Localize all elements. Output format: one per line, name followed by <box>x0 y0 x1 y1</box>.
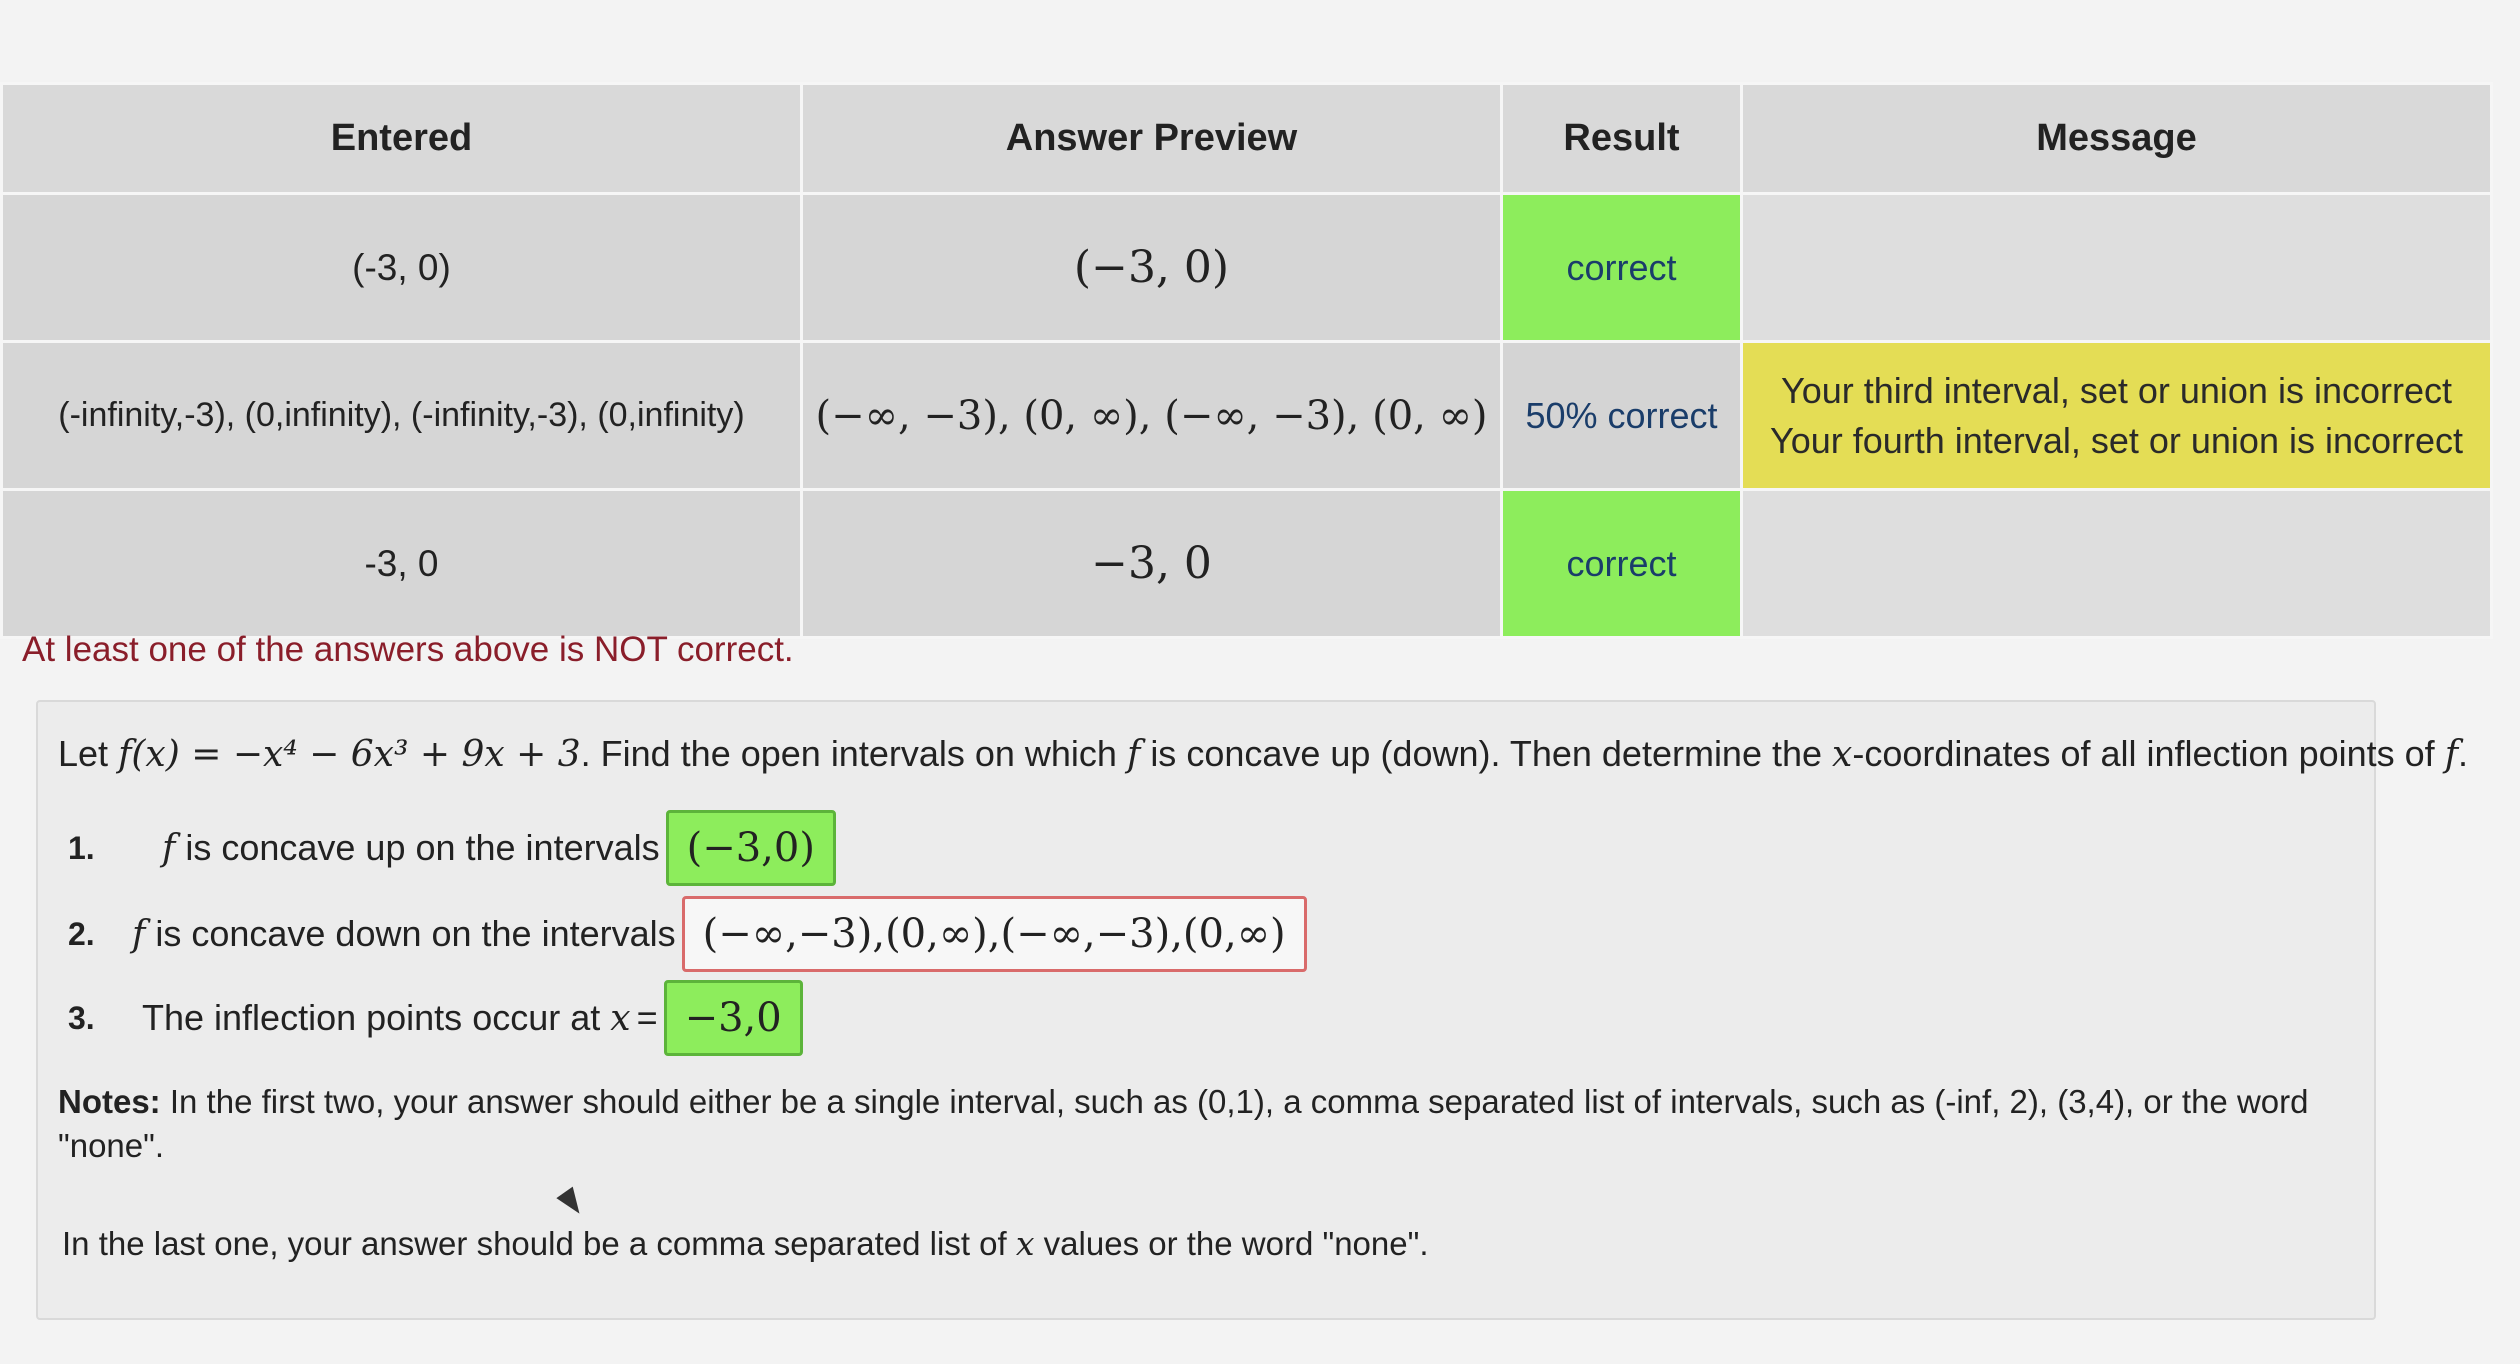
result-cell: 50% correct <box>1500 340 1743 491</box>
entered-cell: (-infinity,-3), (0,infinity), (-infinity… <box>0 340 803 491</box>
preview-cell: −3, 0 <box>800 488 1503 639</box>
result-cell: correct <box>1500 192 1743 343</box>
math-f: f <box>162 827 176 869</box>
question-1: 1. f is concave up on the intervals (−3,… <box>68 810 836 886</box>
answer-field-concave-down[interactable]: (−∞,−3),(0,∞),(−∞,−3),(0,∞) <box>681 896 1307 972</box>
notes-text: In the last one, your answer should be a… <box>62 1225 1007 1262</box>
problem-statement: Let f(x) = −x⁴ − 6x³ + 9x + 3. Find the … <box>58 730 2468 779</box>
answer-field-inflection-points[interactable]: −3,0 <box>663 980 803 1056</box>
question-number: 2. <box>68 915 95 952</box>
header-answer-preview: Answer Preview <box>800 82 1503 195</box>
statement-text: is concave up (down). Then determine the <box>1150 733 1823 774</box>
preview-cell: (−3, 0) <box>800 192 1503 343</box>
question-2: 2. f is concave down on the intervals (−… <box>68 896 1307 972</box>
table-row: (-infinity,-3), (0,infinity), (-infinity… <box>0 340 2493 491</box>
statement-text: -coordinates of all inflection points of <box>1852 733 2435 774</box>
question-label: is concave down on the intervals <box>155 913 676 954</box>
equals-sign: = <box>636 997 658 1038</box>
math-f: f <box>2444 734 2459 775</box>
math-x: x <box>610 997 631 1039</box>
message-cell <box>1740 488 2493 639</box>
table-row: -3, 0 −3, 0 correct <box>0 488 2493 639</box>
question-label: is concave up on the intervals <box>185 827 660 868</box>
math-f: f <box>132 913 146 955</box>
preview-cell: (−∞, −3), (0, ∞), (−∞, −3), (0, ∞) <box>800 340 1503 491</box>
notes-paragraph: Notes: In the first two, your answer sho… <box>58 1080 2348 1168</box>
header-message: Message <box>1740 82 2493 195</box>
answer-feedback-page: Entered Answer Preview Result Message (-… <box>0 0 2520 1364</box>
notes-text: In the first two, your answer should eit… <box>58 1083 2309 1164</box>
notes-label: Notes: <box>58 1083 161 1120</box>
question-label: The inflection points occur at <box>142 997 601 1038</box>
header-entered: Entered <box>0 82 803 195</box>
question-number: 1. <box>68 829 95 866</box>
function-definition: f(x) = −x⁴ − 6x³ + 9x + 3 <box>118 734 581 775</box>
math-x: x <box>1015 1224 1035 1263</box>
table-row: (-3, 0) (−3, 0) correct <box>0 192 2493 343</box>
message-cell: Your third interval, set or union is inc… <box>1740 340 2493 491</box>
entered-cell: (-3, 0) <box>0 192 803 343</box>
message-cell <box>1740 192 2493 343</box>
entered-cell: -3, 0 <box>0 488 803 639</box>
math-x: x <box>1832 734 1853 775</box>
status-message: At least one of the answers above is NOT… <box>22 630 794 669</box>
notes-paragraph-2: In the last one, your answer should be a… <box>62 1222 2352 1266</box>
results-header-row: Entered Answer Preview Result Message <box>0 82 2493 195</box>
message-line: Your fourth interval, set or union is in… <box>1769 419 2464 461</box>
statement-text: . <box>2458 733 2469 774</box>
results-table: Entered Answer Preview Result Message (-… <box>0 82 2493 639</box>
question-number: 3. <box>68 999 95 1036</box>
answer-field-concave-up[interactable]: (−3,0) <box>665 810 836 886</box>
math-f: f <box>1126 734 1141 775</box>
result-cell: correct <box>1500 488 1743 639</box>
message-line: Your third interval, set or union is inc… <box>1781 369 2452 411</box>
problem-box: Let f(x) = −x⁴ − 6x³ + 9x + 3. Find the … <box>36 700 2468 1320</box>
statement-text: . Find the open intervals on which <box>580 733 1117 774</box>
statement-prefix: Let <box>58 733 109 774</box>
notes-text: values or the word "none". <box>1043 1225 1429 1262</box>
question-3: 3. The inflection points occur at x = −3… <box>68 980 803 1056</box>
header-result: Result <box>1500 82 1743 195</box>
